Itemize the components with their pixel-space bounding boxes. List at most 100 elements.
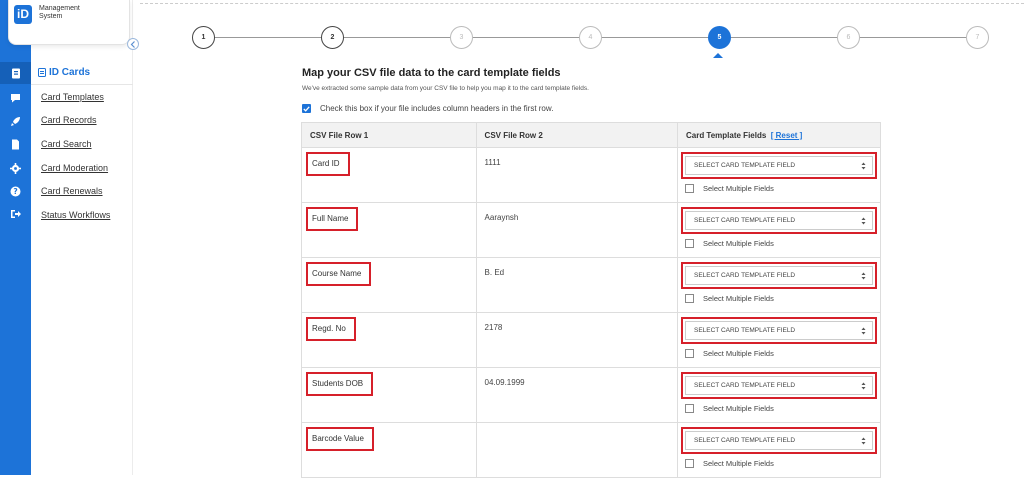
- select-highlight: SELECT CARD TEMPLATE FIELD: [680, 372, 877, 399]
- brand-logo[interactable]: iD Management System: [8, 0, 130, 45]
- id-card-icon[interactable]: [0, 62, 31, 84]
- csv-row-2-cell: [475, 422, 678, 478]
- select-multiple-checkbox[interactable]: [684, 239, 694, 248]
- template-field-cell: SELECT CARD TEMPLATE FIELD Select Multip…: [676, 422, 882, 478]
- step-4[interactable]: 4: [579, 26, 602, 49]
- column-header-card-template-fields: Card Template Fields [ Reset ]: [676, 122, 882, 148]
- select-multiple-label: Select Multiple Fields: [702, 239, 774, 248]
- select-multiple-option[interactable]: Select Multiple Fields: [684, 404, 880, 413]
- sidebar-section-title[interactable]: ID Cards: [38, 67, 90, 78]
- step-3[interactable]: 3: [450, 26, 473, 49]
- template-field-cell: SELECT CARD TEMPLATE FIELD Select Multip…: [676, 202, 882, 258]
- column-header-csv-row-1: CSV File Row 1: [301, 122, 477, 148]
- card-template-field-select[interactable]: SELECT CARD TEMPLATE FIELD: [684, 266, 873, 285]
- select-multiple-option[interactable]: Select Multiple Fields: [684, 459, 880, 468]
- csv-column-label: Full Name: [306, 207, 359, 231]
- top-divider: [140, 3, 1024, 4]
- divider: [31, 84, 133, 85]
- card-template-field-select[interactable]: SELECT CARD TEMPLATE FIELD: [684, 431, 873, 450]
- help-icon[interactable]: ?: [0, 180, 31, 202]
- gear-icon[interactable]: [0, 157, 31, 179]
- select-placeholder: SELECT CARD TEMPLATE FIELD: [693, 437, 796, 444]
- table-header-row: CSV File Row 1 CSV File Row 2 Card Templ…: [301, 122, 882, 148]
- select-multiple-option[interactable]: Select Multiple Fields: [684, 239, 880, 248]
- table-row: Students DOB 04.09.1999 SELECT CARD TEMP…: [301, 367, 882, 423]
- step-connector: [602, 37, 708, 38]
- chevron-left-icon: [130, 40, 135, 48]
- table-row: Barcode Value SELECT CARD TEMPLATE FIELD…: [301, 422, 882, 478]
- collapse-sidebar-button[interactable]: [127, 38, 139, 50]
- sort-arrows-icon: [861, 272, 866, 279]
- select-multiple-checkbox[interactable]: [684, 184, 694, 193]
- column-header-csv-row-2: CSV File Row 2: [475, 122, 678, 148]
- template-field-cell: SELECT CARD TEMPLATE FIELD Select Multip…: [676, 367, 882, 423]
- table-row: Course Name B. Ed SELECT CARD TEMPLATE F…: [301, 257, 882, 313]
- table-row: Full Name Aaraynsh SELECT CARD TEMPLATE …: [301, 202, 882, 258]
- csv-sample-value: 04.09.1999: [484, 378, 525, 387]
- csv-row-2-cell: 2178: [475, 312, 678, 368]
- step-7[interactable]: 7: [966, 26, 989, 49]
- csv-row-2-cell: Aaraynsh: [475, 202, 678, 258]
- step-connector: [473, 37, 579, 38]
- step-5[interactable]: 5: [708, 26, 731, 49]
- table-row: Regd. No 2178 SELECT CARD TEMPLATE FIELD…: [301, 312, 882, 368]
- sidebar-item-card-renewals[interactable]: Card Renewals: [41, 186, 103, 196]
- csv-row-1-cell: Course Name: [301, 257, 477, 313]
- csv-row-1-cell: Full Name: [301, 202, 477, 258]
- select-highlight: SELECT CARD TEMPLATE FIELD: [680, 207, 877, 234]
- logo-mark: iD: [14, 5, 32, 24]
- card-template-field-select[interactable]: SELECT CARD TEMPLATE FIELD: [684, 376, 873, 395]
- select-multiple-label: Select Multiple Fields: [702, 184, 774, 193]
- template-field-cell: SELECT CARD TEMPLATE FIELD Select Multip…: [676, 147, 882, 203]
- sidebar-item-card-search[interactable]: Card Search: [41, 139, 92, 149]
- select-multiple-checkbox[interactable]: [684, 294, 694, 303]
- select-multiple-checkbox[interactable]: [684, 349, 694, 358]
- select-multiple-label: Select Multiple Fields: [702, 459, 774, 468]
- select-multiple-label: Select Multiple Fields: [702, 404, 774, 413]
- progress-stepper: 1 2 3 4 5 6 7: [192, 26, 992, 52]
- select-multiple-option[interactable]: Select Multiple Fields: [684, 349, 880, 358]
- document-icon[interactable]: [0, 133, 31, 155]
- sidebar-item-status-workflows[interactable]: Status Workflows: [41, 210, 110, 220]
- sidebar-item-card-moderation[interactable]: Card Moderation: [41, 163, 108, 173]
- select-multiple-checkbox[interactable]: [684, 459, 694, 468]
- check-icon: [303, 105, 310, 112]
- header-row-checkbox-label: Check this box if your file includes col…: [320, 104, 554, 113]
- template-field-cell: SELECT CARD TEMPLATE FIELD Select Multip…: [676, 257, 882, 313]
- card-template-field-select[interactable]: SELECT CARD TEMPLATE FIELD: [684, 156, 873, 175]
- sort-arrows-icon: [861, 437, 866, 444]
- csv-row-1-cell: Barcode Value: [301, 422, 477, 478]
- chat-icon[interactable]: [0, 87, 31, 109]
- csv-sample-value: 1111: [484, 158, 501, 167]
- csv-sample-value: B. Ed: [484, 268, 505, 277]
- csv-row-1-cell: Card ID: [301, 147, 477, 203]
- select-multiple-option[interactable]: Select Multiple Fields: [684, 184, 880, 193]
- select-placeholder: SELECT CARD TEMPLATE FIELD: [693, 327, 796, 334]
- sort-arrows-icon: [861, 382, 866, 389]
- card-template-field-select[interactable]: SELECT CARD TEMPLATE FIELD: [684, 321, 873, 340]
- header-row-option[interactable]: Check this box if your file includes col…: [302, 104, 553, 113]
- select-placeholder: SELECT CARD TEMPLATE FIELD: [693, 162, 796, 169]
- step-6[interactable]: 6: [837, 26, 860, 49]
- select-placeholder: SELECT CARD TEMPLATE FIELD: [693, 272, 796, 279]
- step-connector: [731, 37, 837, 38]
- field-mapping-table: CSV File Row 1 CSV File Row 2 Card Templ…: [301, 122, 882, 478]
- reset-link[interactable]: [ Reset ]: [771, 131, 803, 140]
- sidebar-item-card-records[interactable]: Card Records: [41, 115, 97, 125]
- csv-column-label: Barcode Value: [306, 427, 374, 451]
- csv-sample-value: Aaraynsh: [484, 213, 519, 222]
- select-multiple-option[interactable]: Select Multiple Fields: [684, 294, 880, 303]
- step-2[interactable]: 2: [321, 26, 344, 49]
- step-connector: [860, 37, 966, 38]
- rocket-icon[interactable]: [0, 110, 31, 132]
- header-row-checkbox[interactable]: [302, 104, 311, 113]
- sort-arrows-icon: [861, 327, 866, 334]
- step-1[interactable]: 1: [192, 26, 215, 49]
- brand-name: Management System: [39, 5, 80, 20]
- select-highlight: SELECT CARD TEMPLATE FIELD: [680, 262, 877, 289]
- card-template-field-select[interactable]: SELECT CARD TEMPLATE FIELD: [684, 211, 873, 230]
- sidebar-item-card-templates[interactable]: Card Templates: [41, 92, 104, 102]
- select-multiple-checkbox[interactable]: [684, 404, 694, 413]
- select-highlight: SELECT CARD TEMPLATE FIELD: [680, 152, 877, 179]
- logout-icon[interactable]: [0, 203, 31, 225]
